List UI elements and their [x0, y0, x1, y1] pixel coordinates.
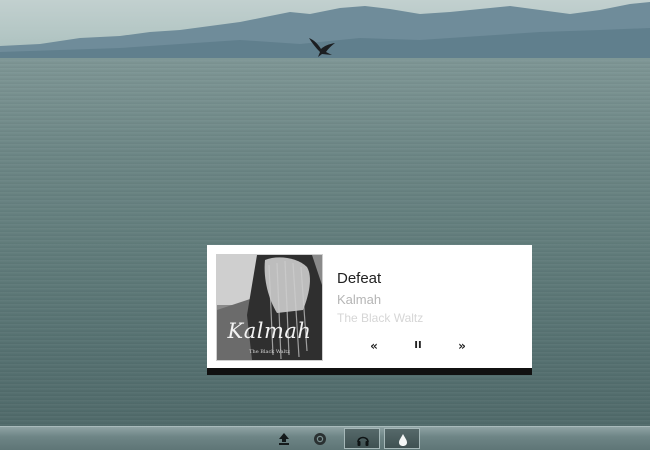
taskbar-droplet-button[interactable] [384, 428, 420, 449]
headphones-icon [357, 436, 369, 446]
next-track-button[interactable]: » [452, 337, 472, 355]
playback-controls: « II » [337, 337, 512, 355]
album-art-subtitle: The Black Waltz [249, 349, 290, 355]
chrome-icon [314, 433, 326, 445]
droplet-icon [399, 434, 407, 446]
upload-icon [279, 433, 289, 445]
previous-track-button[interactable]: « [364, 337, 384, 355]
taskbar-chrome-button[interactable] [302, 428, 338, 449]
pause-button[interactable]: II [408, 337, 428, 355]
album-art-image [217, 255, 322, 360]
track-title: Defeat [337, 270, 382, 287]
desktop: Kalmah The Black Waltz Defeat Kalmah The… [0, 0, 650, 450]
taskbar [0, 426, 650, 450]
album-art: Kalmah The Black Waltz [216, 254, 323, 361]
track-artist: Kalmah [337, 292, 382, 307]
music-player-widget: Kalmah The Black Waltz Defeat Kalmah The… [207, 245, 532, 368]
taskbar-music-button[interactable] [344, 428, 380, 449]
bird-icon [309, 38, 335, 57]
album-art-logo: Kalmah [227, 319, 312, 343]
taskbar-upload-button[interactable] [266, 428, 302, 449]
track-album: The Black Waltz [337, 311, 424, 325]
player-bottom-bar [207, 368, 532, 375]
